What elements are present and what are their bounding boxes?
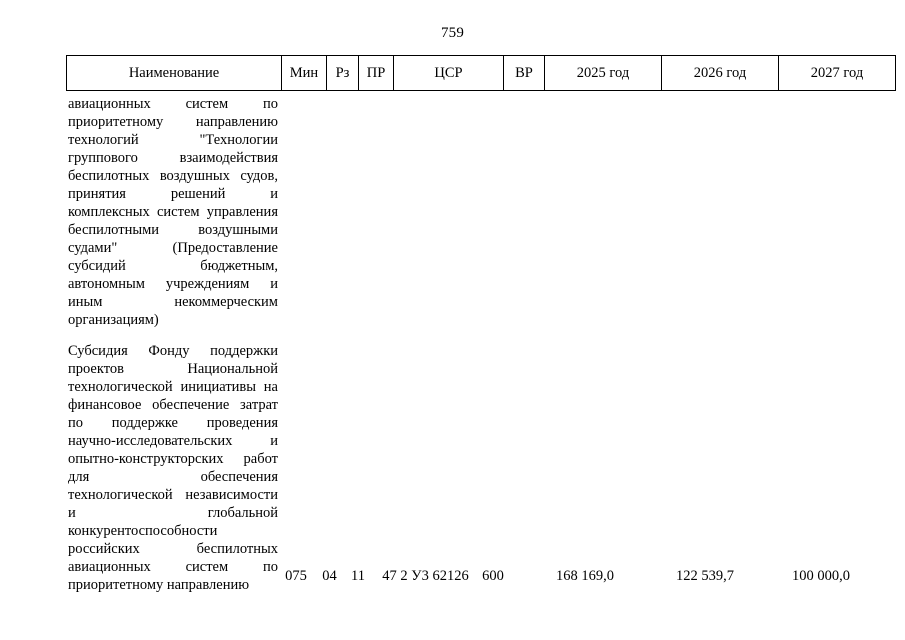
row-code-values: 075 04 11 47 2 У3 62126 600 168 169,0 12…: [66, 567, 850, 585]
column-header-year-2026: 2026 год: [661, 55, 779, 91]
column-header-name: Наименование: [66, 55, 282, 91]
column-header-year-2027: 2027 год: [778, 55, 896, 91]
cell-pr: 11: [351, 568, 365, 584]
cell-amount-2027: 100 000,0: [792, 568, 850, 584]
column-header-min: Мин: [281, 55, 327, 91]
row-description: авиационных систем по приоритетному напр…: [68, 95, 278, 594]
page-number: 759: [440, 25, 465, 41]
description-paragraph-1: авиационных систем по приоритетному напр…: [68, 96, 278, 328]
cell-rz: 04: [322, 568, 337, 584]
cell-amount-2025: 168 169,0: [556, 568, 614, 584]
column-header-year-2025: 2025 год: [544, 55, 662, 91]
column-header-vr: ВР: [503, 55, 545, 91]
budget-table-header: Наименование Мин Рз ПР ЦСР ВР 2025 год 2…: [66, 55, 896, 91]
column-header-rz: Рз: [326, 55, 359, 91]
document-page: 759 Наименование Мин Рз ПР ЦСР ВР 2025 г…: [0, 0, 905, 640]
description-paragraph-2: Субсидия Фонду поддержки проектов Национ…: [68, 343, 278, 593]
header-row: Наименование Мин Рз ПР ЦСР ВР 2025 год 2…: [66, 55, 896, 91]
column-header-pr: ПР: [358, 55, 394, 91]
cell-min: 075: [285, 568, 307, 584]
cell-amount-2026: 122 539,7: [676, 568, 734, 584]
column-header-csr: ЦСР: [393, 55, 504, 91]
cell-csr: 47 2 У3 62126: [382, 568, 469, 584]
